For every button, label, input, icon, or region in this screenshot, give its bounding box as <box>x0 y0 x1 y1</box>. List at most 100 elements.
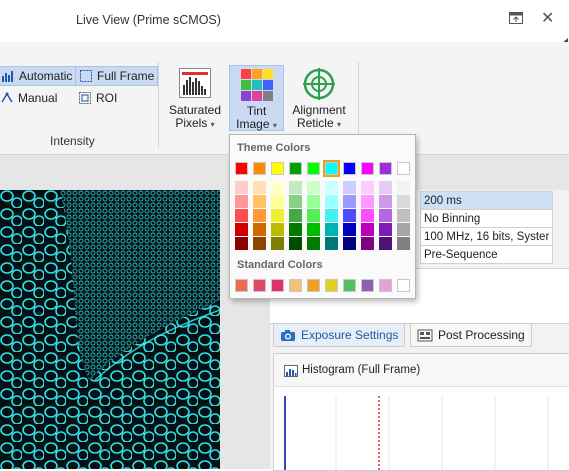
standard-color-swatch[interactable] <box>289 279 302 292</box>
theme-shade-swatch[interactable] <box>361 237 374 250</box>
theme-shade-swatch[interactable] <box>271 181 284 194</box>
theme-shade-swatch[interactable] <box>271 237 284 250</box>
chevron-down-icon: ▾ <box>210 120 215 129</box>
theme-shade-swatch[interactable] <box>325 195 338 208</box>
automatic-option[interactable]: Automatic <box>0 66 77 86</box>
table-row[interactable]: No Binning <box>419 209 554 228</box>
theme-shade-swatch[interactable] <box>343 195 356 208</box>
roi-icon <box>79 92 91 104</box>
full-frame-option[interactable]: Full Frame <box>75 66 159 86</box>
tab-exposure-settings-label: Exposure Settings <box>301 328 399 342</box>
theme-shade-swatch[interactable] <box>325 209 338 222</box>
theme-shade-swatch[interactable] <box>235 209 248 222</box>
theme-shade-swatch[interactable] <box>343 223 356 236</box>
theme-shade-swatch[interactable] <box>289 209 302 222</box>
theme-shade-swatch[interactable] <box>379 237 392 250</box>
theme-color-swatch[interactable] <box>289 162 302 175</box>
theme-color-swatch[interactable] <box>253 162 266 175</box>
live-image-view[interactable] <box>0 190 220 469</box>
tab-post-processing[interactable]: Post Processing <box>410 323 532 347</box>
tab-exposure-settings[interactable]: Exposure Settings <box>273 323 406 347</box>
theme-shade-swatch[interactable] <box>271 195 284 208</box>
theme-color-swatch[interactable] <box>271 162 284 175</box>
theme-color-swatch[interactable] <box>323 160 340 177</box>
theme-shade-swatch[interactable] <box>253 223 266 236</box>
theme-shade-swatch[interactable] <box>325 181 338 194</box>
table-row[interactable]: 200 ms <box>419 191 554 210</box>
theme-shade-swatch[interactable] <box>253 181 266 194</box>
theme-shade-swatch[interactable] <box>361 181 374 194</box>
theme-shade-swatch[interactable] <box>325 237 338 250</box>
theme-shade-swatch[interactable] <box>307 223 320 236</box>
manual-icon <box>1 92 13 103</box>
property-value[interactable]: 200 ms <box>419 191 554 210</box>
theme-shade-swatch[interactable] <box>235 181 248 194</box>
theme-shade-swatch[interactable] <box>271 223 284 236</box>
theme-shade-swatch[interactable] <box>307 195 320 208</box>
theme-shade-swatch[interactable] <box>289 181 302 194</box>
histogram-header: Histogram (Full Frame) <box>274 354 569 387</box>
theme-color-swatch[interactable] <box>307 162 320 175</box>
table-row[interactable]: Pre-Sequence <box>419 245 554 264</box>
theme-shade-swatch[interactable] <box>271 209 284 222</box>
manual-label: Manual <box>18 91 58 105</box>
theme-shade-swatch[interactable] <box>253 195 266 208</box>
theme-shade-swatch[interactable] <box>361 209 374 222</box>
standard-color-swatch[interactable] <box>343 279 356 292</box>
theme-shade-swatch[interactable] <box>379 195 392 208</box>
roi-option[interactable]: ROI <box>75 89 120 107</box>
standard-color-swatch[interactable] <box>325 279 338 292</box>
theme-shade-swatch[interactable] <box>307 209 320 222</box>
theme-color-swatch[interactable] <box>235 162 248 175</box>
crosshair-icon <box>303 68 335 100</box>
alignment-reticle-button[interactable]: Alignment Reticle ▾ <box>288 66 350 132</box>
standard-color-swatch[interactable] <box>397 279 410 292</box>
theme-shade-swatch[interactable] <box>253 237 266 250</box>
histogram-plot[interactable] <box>284 396 569 470</box>
theme-shade-swatch[interactable] <box>289 237 302 250</box>
theme-shade-swatch[interactable] <box>307 181 320 194</box>
theme-color-swatch[interactable] <box>379 162 392 175</box>
standard-color-swatch[interactable] <box>379 279 392 292</box>
theme-color-swatch[interactable] <box>343 162 356 175</box>
theme-shade-swatch[interactable] <box>325 223 338 236</box>
saturated-pixels-label-line2: Pixels <box>175 116 208 130</box>
theme-shade-swatch[interactable] <box>289 195 302 208</box>
theme-shade-swatch[interactable] <box>307 237 320 250</box>
standard-color-swatch[interactable] <box>307 279 320 292</box>
theme-shade-swatch[interactable] <box>253 209 266 222</box>
theme-shade-swatch[interactable] <box>289 223 302 236</box>
tint-image-button[interactable]: Tint Image ▾ <box>229 65 284 131</box>
theme-shade-swatch[interactable] <box>235 237 248 250</box>
property-value[interactable]: Pre-Sequence <box>419 245 554 264</box>
theme-shade-swatch[interactable] <box>361 195 374 208</box>
restore-window-icon[interactable] <box>508 11 524 25</box>
theme-color-swatch[interactable] <box>361 162 374 175</box>
theme-color-swatch[interactable] <box>397 162 410 175</box>
saturated-pixels-button[interactable]: Saturated Pixels ▾ <box>166 66 224 132</box>
property-value[interactable]: No Binning <box>419 209 554 228</box>
standard-color-swatch[interactable] <box>235 279 248 292</box>
theme-shade-swatch[interactable] <box>397 195 410 208</box>
theme-shade-swatch[interactable] <box>343 237 356 250</box>
theme-shade-swatch[interactable] <box>235 223 248 236</box>
standard-color-swatch[interactable] <box>253 279 266 292</box>
theme-shade-swatch[interactable] <box>343 209 356 222</box>
theme-shade-swatch[interactable] <box>379 181 392 194</box>
theme-shade-swatch[interactable] <box>397 209 410 222</box>
manual-option[interactable]: Manual <box>0 89 60 107</box>
theme-shade-swatch[interactable] <box>379 209 392 222</box>
close-icon[interactable]: ✕ <box>541 8 554 28</box>
saturated-pixels-icon <box>179 68 211 98</box>
theme-shade-swatch[interactable] <box>397 223 410 236</box>
theme-shade-swatch[interactable] <box>361 223 374 236</box>
table-row[interactable]: 100 MHz, 16 bits, Syster <box>419 227 554 246</box>
property-value[interactable]: 100 MHz, 16 bits, Syster <box>419 227 554 246</box>
theme-shade-swatch[interactable] <box>397 181 410 194</box>
theme-shade-swatch[interactable] <box>397 237 410 250</box>
standard-color-swatch[interactable] <box>271 279 284 292</box>
standard-color-swatch[interactable] <box>361 279 374 292</box>
theme-shade-swatch[interactable] <box>343 181 356 194</box>
theme-shade-swatch[interactable] <box>235 195 248 208</box>
theme-shade-swatch[interactable] <box>379 223 392 236</box>
